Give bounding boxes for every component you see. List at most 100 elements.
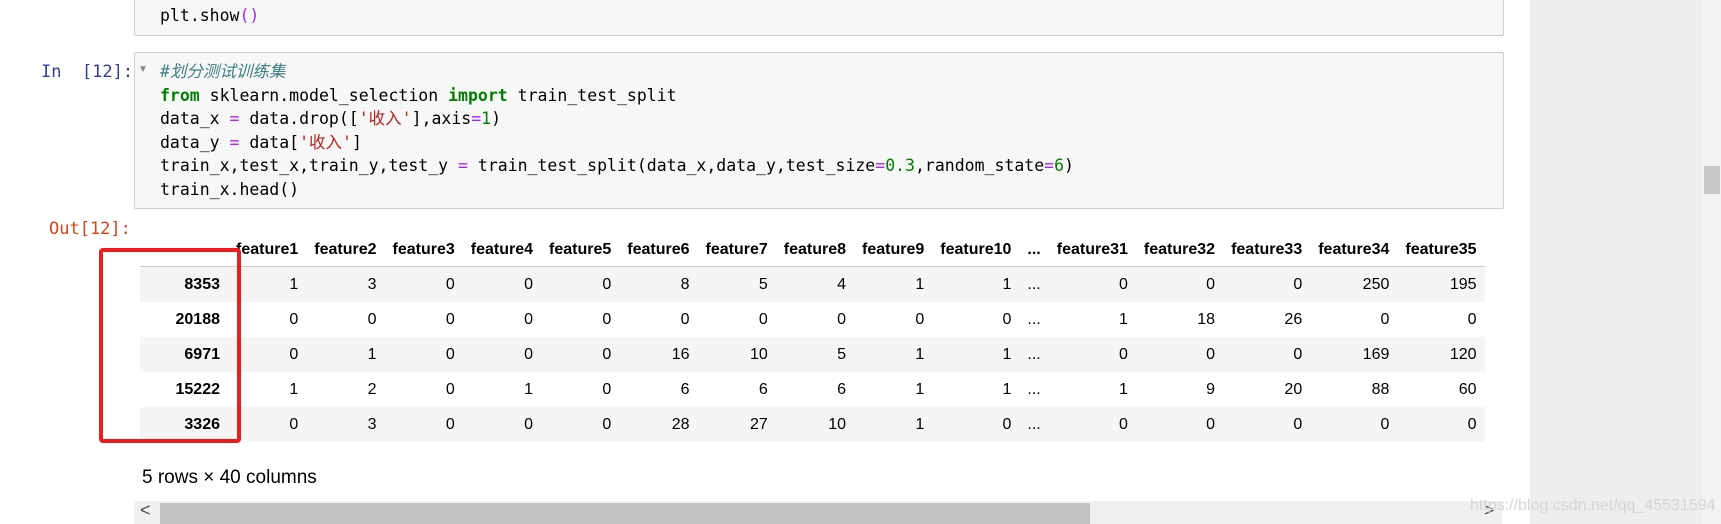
table-cell: 4 [837,275,846,293]
table-row: 3326 0 3 0 0 0 28 27 10 1 0... 0 0 0 0 0 [140,407,1485,442]
column-header: feature9 [854,234,933,267]
table-cell: 0 [915,310,925,328]
table-cell: 0 [445,415,455,433]
column-header: feature34 [1310,234,1398,267]
table-cell: 60 [1458,380,1477,398]
table-cell: 0 [837,310,846,328]
code-token: data.drop([ [239,109,359,128]
column-header: feature33 [1223,234,1311,267]
table-cell: 0 [602,275,612,293]
table-cell: ... [1027,380,1041,398]
code-token: ) [491,109,501,128]
table-cell: 6 [758,380,768,398]
scroll-left-arrow[interactable]: < [140,500,151,521]
code-line: train_x,test_x,train_y,test_y = train_te… [160,154,1074,178]
table-cell: 1 [915,345,925,363]
table-cell: 6 [837,380,846,398]
code-token: 6 [1054,156,1065,175]
table-cell: 1 [1002,275,1012,293]
table-cell: 0 [1380,415,1390,433]
code-token: ] [351,132,362,152]
table-cell: 1 [1002,380,1012,398]
table-cell: 0 [1119,275,1128,293]
code-token: from [160,85,200,105]
previous-code-cell[interactable] [134,0,1504,36]
table-cell: 0 [602,380,612,398]
table-cell: 0 [445,275,455,293]
code-token: plt [160,6,190,25]
table-cell: 1 [915,380,925,398]
dataframe-shape: 5 rows × 40 columns [142,467,317,488]
table-cell: 1 [915,275,925,293]
code-token: ],axis [411,109,472,128]
table-row: 8353 1 3 0 0 0 8 5 4 1 1... 0 0 0 250 195 [140,266,1485,302]
vertical-scrollbar[interactable] [1702,0,1721,524]
table-cell: 0 [524,275,533,293]
table-cell: 18 [1197,310,1216,328]
table-cell: 1 [1002,345,1012,363]
table-cell: 0 [1206,275,1216,293]
table-cell: 10 [749,345,768,363]
table-cell: 0 [1467,310,1477,328]
code-token: train_test_split [507,85,677,105]
table-cell: 0 [602,345,612,363]
table-cell: 1 [524,380,533,398]
column-header: feature35 [1397,234,1485,267]
code-token: train_x,test_x,train_y,test_y [160,156,459,175]
table-cell: 1 [367,345,377,363]
table-cell: 16 [671,345,690,363]
table-cell: 0 [445,345,455,363]
code-token: = [229,132,240,152]
code-token: = [875,156,886,175]
code-token: data_x [160,109,230,128]
code-line: from sklearn.model_selection import trai… [160,84,677,108]
code-token: sklearn.model_selection [199,85,449,105]
code-token: '收入' [299,132,352,152]
code-token: train_x.head() [160,179,300,199]
column-header: feature4 [462,234,541,267]
table-cell: 0 [1206,415,1216,433]
code-token: train_test_split(data_x,data_y,test_size [467,156,876,175]
code-token: import [448,85,508,105]
table-cell: 0 [680,310,690,328]
triangle-down-icon[interactable]: ▼ [138,64,148,75]
code-token: = [471,109,482,128]
column-header: feature31 [1048,234,1136,267]
code-token: ,random_state [915,156,1045,175]
code-token: ) [1064,156,1074,175]
code-token: = [1044,156,1055,175]
table-cell: 250 [1362,275,1390,293]
table-cell: 0 [602,310,612,328]
table-cell: 1 [915,415,925,433]
table-cell: 0 [524,415,533,433]
table-cell: 26 [1284,310,1303,328]
table-cell: 8 [680,275,690,293]
table-cell: 0 [1119,415,1128,433]
table-cell: 2 [367,380,377,398]
table-cell: 27 [749,415,768,433]
vertical-scrollbar-thumb[interactable] [1704,166,1720,194]
table-cell: ... [1027,310,1041,328]
table-cell: 0 [1380,310,1390,328]
page-margin-right [1530,0,1721,524]
table-cell: 0 [602,415,612,433]
table-cell: 0 [1293,345,1303,363]
table-row: 6971 0 1 0 0 0 16 10 5 1 1... 0 0 0 169 120 [140,337,1485,372]
code-token: .show [189,6,240,25]
table-cell: 0 [1467,415,1477,433]
table-cell: 0 [1002,415,1012,433]
table-cell: 5 [758,275,768,293]
column-header: feature32 [1135,234,1224,267]
table-cell: ... [1027,415,1041,433]
code-token: = [229,109,240,128]
column-header: feature10 [932,234,1020,267]
horizontal-scrollbar-thumb[interactable] [160,503,1090,524]
table-cell: 0 [1293,415,1303,433]
column-header: feature3 [384,234,463,267]
table-cell: 169 [1362,345,1390,363]
previous-code-line: plt.show() [160,4,259,28]
code-line: train_x.head() [160,178,299,202]
table-cell: 9 [1206,380,1216,398]
column-header: feature2 [306,234,385,267]
column-header: feature6 [619,234,698,267]
